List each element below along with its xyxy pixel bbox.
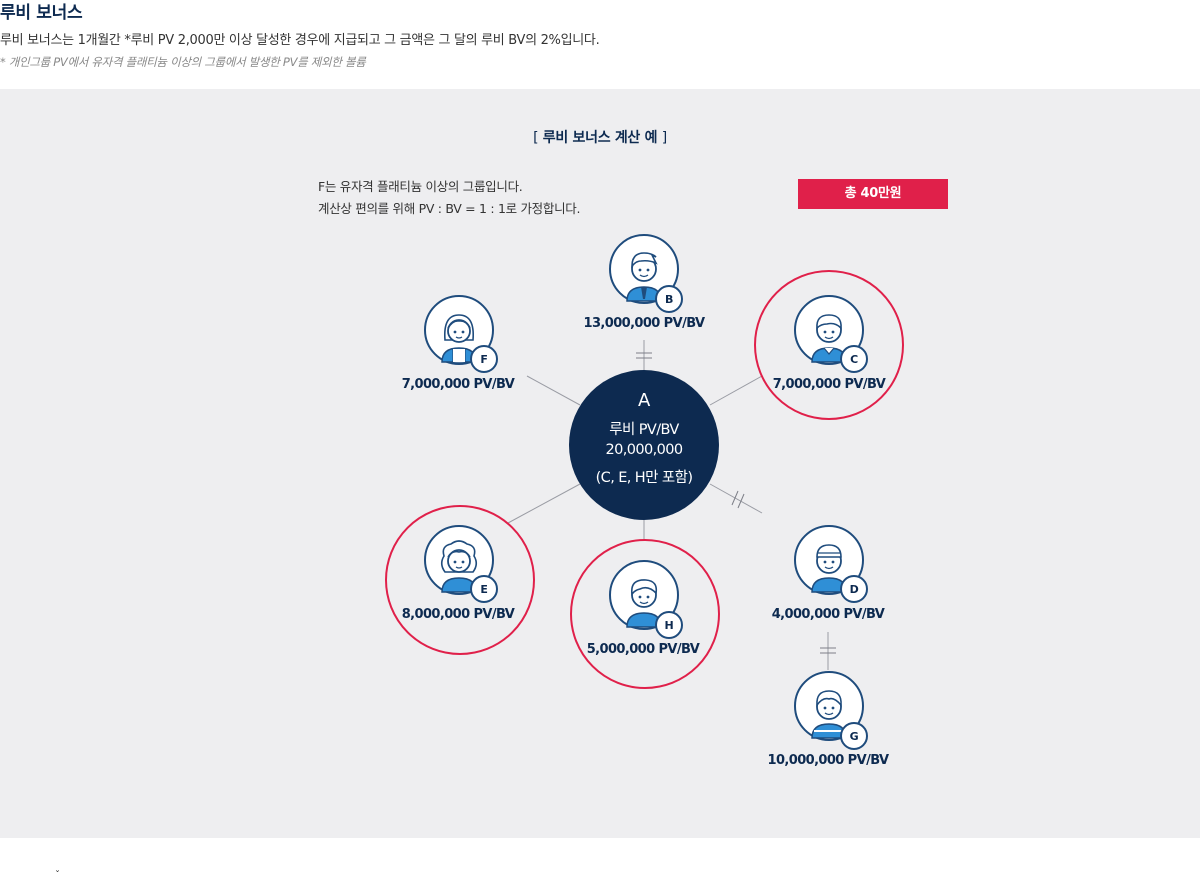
badge-e: E <box>470 575 498 603</box>
badge-b: B <box>655 285 683 313</box>
center-node-line-2: 20,000,000 <box>605 442 683 458</box>
center-node-line-3: (C, E, H만 포함) <box>595 470 693 486</box>
badge-d: D <box>840 575 868 603</box>
badge-c-letter: C <box>850 353 858 366</box>
node-c-label: 7,000,000 PV/BV <box>772 377 886 392</box>
node-b-label: 13,000,000 PV/BV <box>583 316 706 331</box>
connector-a-d <box>709 483 763 514</box>
node-h-label: 5,000,000 PV/BV <box>586 642 700 657</box>
badge-g: G <box>840 722 868 750</box>
badge-f-letter: F <box>480 353 487 366</box>
badge-d-letter: D <box>850 583 859 596</box>
center-node-line-1: 루비 PV/BV <box>609 422 679 438</box>
node-d-label: 4,000,000 PV/BV <box>771 607 885 622</box>
footer-mark: ˇ <box>55 870 60 881</box>
badge-g-letter: G <box>850 730 859 743</box>
badge-h-letter: H <box>665 619 674 632</box>
center-node-letter: A <box>637 390 650 411</box>
badge-f: F <box>470 345 498 373</box>
badge-b-letter: B <box>665 293 673 306</box>
badge-h: H <box>655 611 683 639</box>
badge-c: C <box>840 345 868 373</box>
center-node-a: A 루비 PV/BV 20,000,000 (C, E, H만 포함) <box>569 370 719 520</box>
badge-e-letter: E <box>480 583 487 596</box>
node-f-label: 7,000,000 PV/BV <box>401 377 515 392</box>
connector-a-e <box>507 483 581 524</box>
node-g-label: 10,000,000 PV/BV <box>767 753 890 768</box>
node-e-label: 8,000,000 PV/BV <box>401 607 515 622</box>
